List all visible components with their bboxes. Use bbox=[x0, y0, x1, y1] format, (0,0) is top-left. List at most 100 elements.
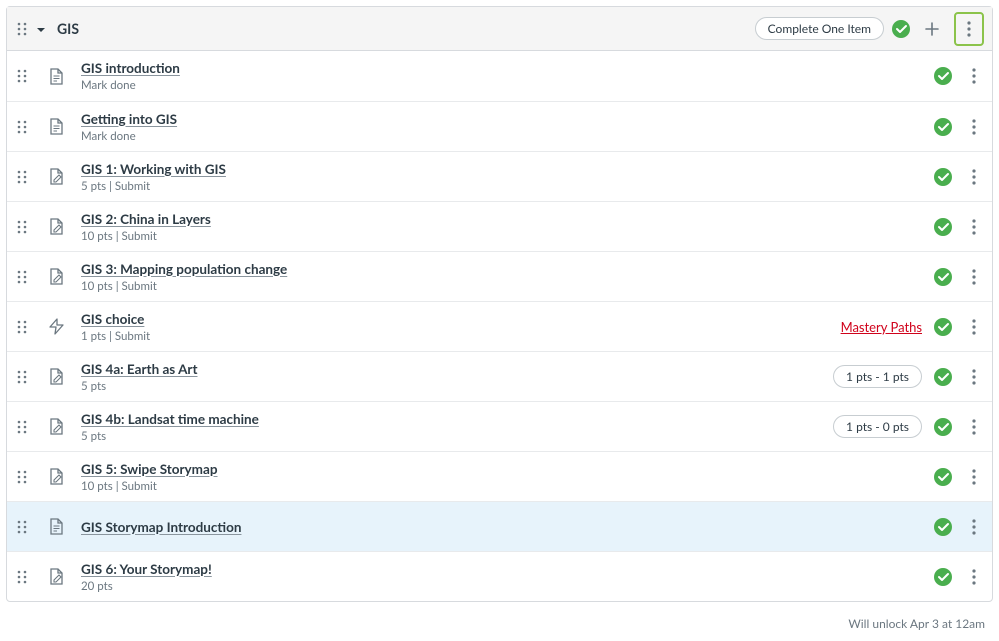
collapse-toggle[interactable] bbox=[33, 24, 49, 34]
item-options-button[interactable] bbox=[964, 313, 984, 341]
item-actions bbox=[934, 263, 984, 291]
drag-handle-icon[interactable] bbox=[15, 219, 29, 235]
published-icon[interactable] bbox=[934, 118, 952, 136]
item-content: GIS 3: Mapping population change 10 pts |… bbox=[81, 261, 934, 293]
mastery-paths-link[interactable]: Mastery Paths bbox=[841, 319, 922, 335]
item-meta: 10 pts | Submit bbox=[81, 480, 934, 493]
assignment-icon bbox=[43, 567, 69, 586]
item-options-button[interactable] bbox=[964, 563, 984, 591]
item-options-button[interactable] bbox=[964, 513, 984, 541]
drag-handle-icon[interactable] bbox=[15, 519, 29, 535]
published-icon[interactable] bbox=[934, 318, 952, 336]
published-icon[interactable] bbox=[892, 20, 910, 38]
item-title-link[interactable]: GIS 4a: Earth as Art bbox=[81, 361, 198, 377]
page-icon bbox=[43, 117, 69, 136]
item-content: GIS choice 1 pts | Submit bbox=[81, 311, 841, 343]
item-options-button[interactable] bbox=[964, 163, 984, 191]
module-options-button[interactable] bbox=[959, 15, 979, 43]
score-range-pill: 1 pts - 0 pts bbox=[833, 415, 922, 438]
published-icon[interactable] bbox=[934, 518, 952, 536]
module-item: GIS 3: Mapping population change 10 pts |… bbox=[7, 251, 992, 301]
item-meta: Mark done bbox=[81, 79, 934, 92]
module-item: GIS introduction Mark done bbox=[7, 51, 992, 101]
item-actions: Mastery Paths bbox=[841, 313, 984, 341]
item-meta: 10 pts | Submit bbox=[81, 280, 934, 293]
quiz-icon bbox=[43, 317, 69, 336]
drag-handle-icon[interactable] bbox=[15, 269, 29, 285]
item-options-button[interactable] bbox=[964, 413, 984, 441]
item-content: GIS Storymap Introduction bbox=[81, 519, 934, 535]
add-item-button[interactable] bbox=[918, 15, 946, 43]
published-icon[interactable] bbox=[934, 268, 952, 286]
module-header-actions: Complete One Item bbox=[755, 12, 984, 46]
item-options-button[interactable] bbox=[964, 463, 984, 491]
assignment-icon bbox=[43, 217, 69, 236]
module-options-highlight bbox=[954, 12, 984, 46]
item-title-link[interactable]: GIS introduction bbox=[81, 60, 180, 76]
published-icon[interactable] bbox=[934, 468, 952, 486]
module-item: Getting into GISMark done bbox=[7, 101, 992, 151]
item-options-button[interactable] bbox=[964, 363, 984, 391]
item-title-link[interactable]: GIS 1: Working with GIS bbox=[81, 161, 226, 177]
item-actions bbox=[934, 513, 984, 541]
item-content: GIS 4b: Landsat time machine5 pts bbox=[81, 411, 833, 443]
drag-handle-icon[interactable] bbox=[15, 169, 29, 185]
assignment-icon bbox=[43, 167, 69, 186]
drag-handle-icon[interactable] bbox=[15, 569, 29, 585]
item-options-button[interactable] bbox=[964, 62, 984, 90]
published-icon[interactable] bbox=[934, 168, 952, 186]
item-options-button[interactable] bbox=[964, 263, 984, 291]
drag-handle-icon[interactable] bbox=[15, 319, 29, 335]
module-header: GIS Complete One Item bbox=[7, 7, 992, 51]
module-item: GIS choice 1 pts | SubmitMastery Paths bbox=[7, 301, 992, 351]
published-icon[interactable] bbox=[934, 67, 952, 85]
item-content: GIS 1: Working with GIS5 pts | Submit bbox=[81, 161, 934, 193]
module-title: GIS bbox=[57, 20, 755, 37]
published-icon[interactable] bbox=[934, 568, 952, 586]
item-content: GIS 5: Swipe Storymap 10 pts | Submit bbox=[81, 461, 934, 493]
item-actions bbox=[934, 62, 984, 90]
item-title-link[interactable]: GIS 5: Swipe Storymap bbox=[81, 461, 218, 477]
drag-handle-icon[interactable] bbox=[15, 21, 29, 37]
module-item: GIS 4a: Earth as Art 5 pts1 pts - 1 pts bbox=[7, 351, 992, 401]
item-actions bbox=[934, 563, 984, 591]
assignment-icon bbox=[43, 467, 69, 486]
item-meta: 1 pts | Submit bbox=[81, 330, 841, 343]
assignment-icon bbox=[43, 417, 69, 436]
item-content: GIS 2: China in Layers 10 pts | Submit bbox=[81, 211, 934, 243]
module: GIS Complete One Item GIS introduction Ma… bbox=[6, 6, 993, 602]
item-meta: 20 pts bbox=[81, 580, 934, 593]
assignment-icon bbox=[43, 267, 69, 286]
item-title-link[interactable]: GIS 4b: Landsat time machine bbox=[81, 411, 259, 427]
drag-handle-icon[interactable] bbox=[15, 119, 29, 135]
item-title-link[interactable]: GIS Storymap Introduction bbox=[81, 519, 241, 535]
page-icon bbox=[43, 67, 69, 86]
drag-handle-icon[interactable] bbox=[15, 469, 29, 485]
item-title-link[interactable]: GIS 6: Your Storymap! bbox=[81, 561, 212, 577]
item-title-link[interactable]: GIS choice bbox=[81, 311, 144, 327]
item-content: Getting into GISMark done bbox=[81, 111, 934, 143]
item-options-button[interactable] bbox=[964, 213, 984, 241]
item-meta: 5 pts bbox=[81, 380, 833, 393]
drag-handle-icon[interactable] bbox=[15, 68, 29, 84]
item-actions bbox=[934, 163, 984, 191]
page-icon bbox=[43, 517, 69, 536]
published-icon[interactable] bbox=[934, 418, 952, 436]
module-item: GIS Storymap Introduction bbox=[7, 501, 992, 551]
item-actions bbox=[934, 113, 984, 141]
item-content: GIS 4a: Earth as Art 5 pts bbox=[81, 361, 833, 393]
module-items: GIS introduction Mark done Getting into GI… bbox=[7, 51, 992, 601]
item-meta: 10 pts | Submit bbox=[81, 230, 934, 243]
item-title-link[interactable]: Getting into GIS bbox=[81, 111, 177, 127]
module-item: GIS 1: Working with GIS5 pts | Submit bbox=[7, 151, 992, 201]
published-icon[interactable] bbox=[934, 218, 952, 236]
drag-handle-icon[interactable] bbox=[15, 369, 29, 385]
item-content: GIS 6: Your Storymap! 20 pts bbox=[81, 561, 934, 593]
item-options-button[interactable] bbox=[964, 113, 984, 141]
item-actions: 1 pts - 1 pts bbox=[833, 363, 984, 391]
published-icon[interactable] bbox=[934, 368, 952, 386]
item-title-link[interactable]: GIS 3: Mapping population change bbox=[81, 261, 287, 277]
item-title-link[interactable]: GIS 2: China in Layers bbox=[81, 211, 211, 227]
module-item: GIS 6: Your Storymap! 20 pts bbox=[7, 551, 992, 601]
drag-handle-icon[interactable] bbox=[15, 419, 29, 435]
